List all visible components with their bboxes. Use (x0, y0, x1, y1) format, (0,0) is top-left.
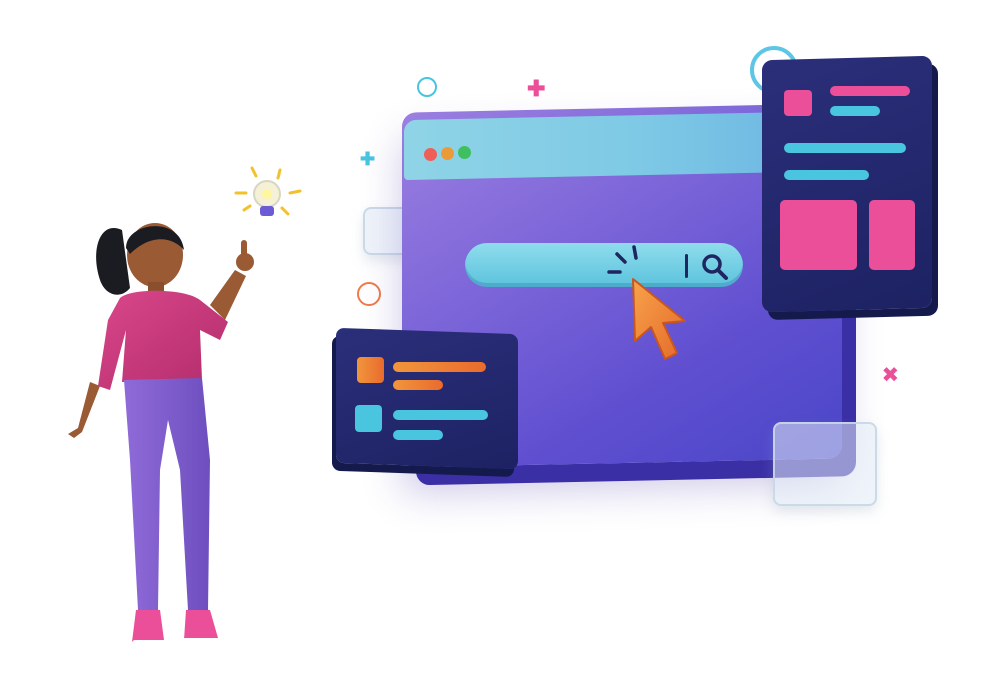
window-dot-yellow (441, 147, 454, 160)
decor-plus-cyan: ✚ (360, 149, 376, 169)
panel-right-line-1 (830, 86, 910, 96)
panel-right-thumb (784, 90, 812, 116)
panel-left-line-3 (393, 410, 488, 420)
search-icon[interactable] (700, 252, 730, 282)
panel-right-line-3 (784, 143, 906, 153)
panel-right-line-2 (830, 106, 880, 116)
panel-right-line-4 (784, 170, 869, 180)
window-dot-green (458, 146, 471, 159)
panel-left-thumb-2 (355, 405, 382, 432)
window-dot-red (424, 148, 437, 161)
decor-ring-top (417, 77, 437, 97)
glass-card-right (773, 422, 877, 506)
decor-ring-orange (357, 282, 381, 306)
panel-left-line-1 (393, 362, 486, 372)
panel-left-thumb-1 (357, 357, 384, 383)
decor-plus-pink-right: ✚ (875, 361, 904, 389)
panel-left-line-4 (393, 430, 443, 440)
decor-plus-pink-top: ✚ (527, 76, 546, 101)
cursor-arrow-icon (632, 278, 686, 360)
floating-panel-left (336, 327, 518, 470)
woman-character (68, 223, 254, 648)
panel-right-block-2 (869, 200, 915, 270)
panel-right-block-1 (780, 200, 857, 270)
panel-left-line-2 (393, 380, 443, 390)
